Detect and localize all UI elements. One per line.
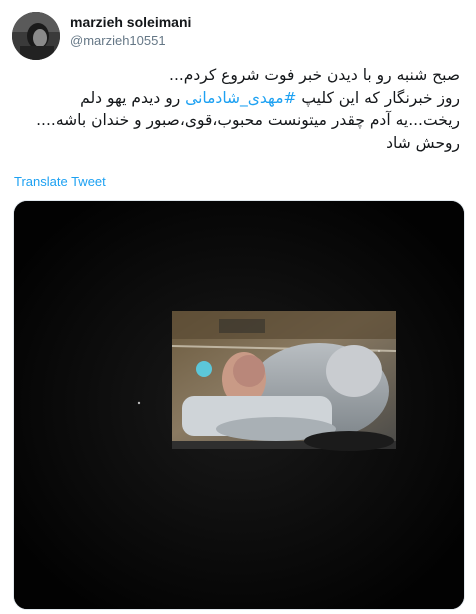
- tweet-text-line-4: روحش شاد: [386, 133, 460, 152]
- tweet-media[interactable]: [13, 200, 465, 610]
- tweet: marzieh soleimani @marzieh10551 صبح شنبه…: [0, 0, 476, 614]
- tweet-text-line-3: ریخت...یه آدم چقدر میتونست محبوب،قوی،صبو…: [36, 111, 460, 129]
- hospital-bed-photo-icon: [14, 201, 464, 609]
- avatar-photo-icon: [12, 12, 60, 60]
- author-name[interactable]: marzieh soleimani: [70, 14, 191, 30]
- avatar[interactable]: [12, 12, 60, 60]
- tweet-text-line-1: صبح شنبه رو با دیدن خبر فوت شروع کردم...: [169, 66, 460, 84]
- tweet-text-segment: رو دیدم یهو دلم: [80, 88, 186, 107]
- tweet-text-segment: روز خبرنگار که این کلیپ: [296, 88, 460, 107]
- translate-tweet-link[interactable]: Translate Tweet: [14, 174, 106, 189]
- author-handle[interactable]: @marzieh10551: [70, 33, 166, 48]
- hashtag-link[interactable]: #مهدی_شادمانی: [185, 89, 296, 107]
- tweet-text-line-2: روز خبرنگار که این کلیپ #مهدی_شادمانی رو…: [14, 87, 460, 110]
- tweet-text: صبح شنبه رو با دیدن خبر فوت شروع کردم...…: [14, 64, 460, 154]
